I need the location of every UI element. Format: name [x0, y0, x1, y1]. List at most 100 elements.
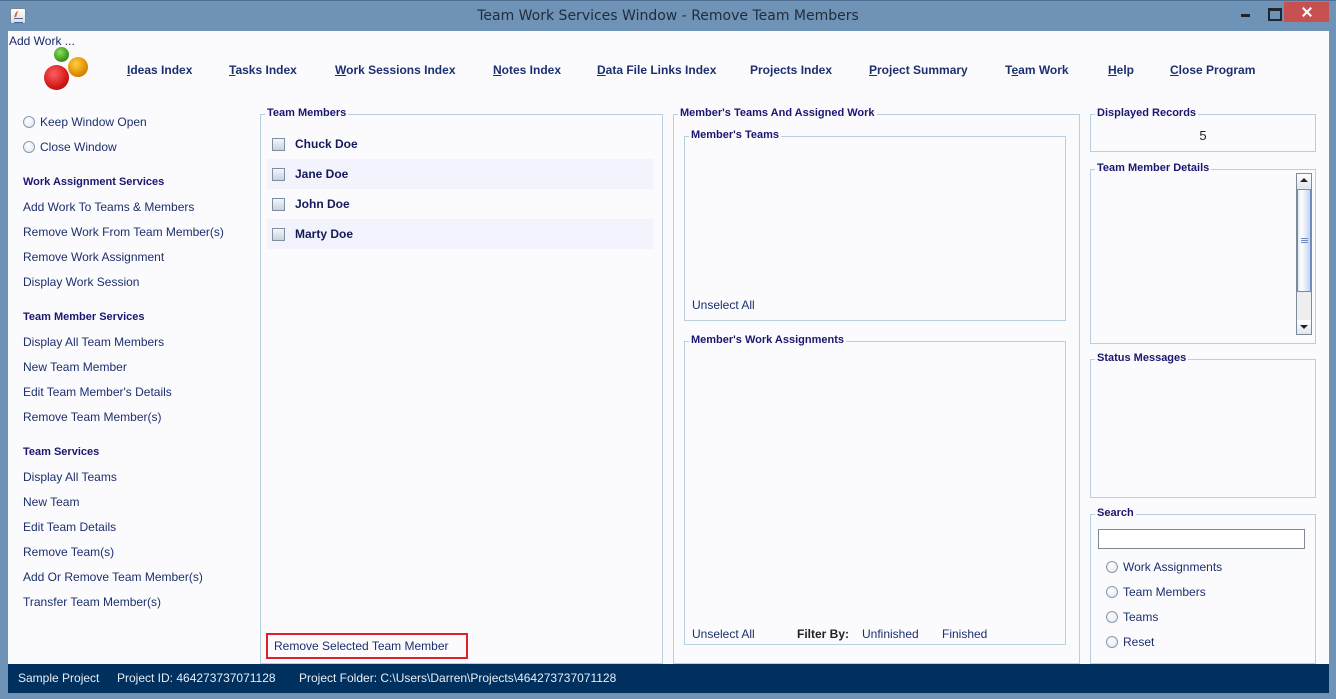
nav-mnemonic: D: [597, 63, 606, 77]
search-work-assignments-radio[interactable]: Work Assignments: [1106, 560, 1222, 574]
work-unselect-all-button[interactable]: Unselect All: [692, 627, 755, 641]
radio-label: Close Window: [40, 140, 117, 154]
radio-icon[interactable]: [1106, 636, 1118, 648]
remove-selected-member-button[interactable]: Remove Selected Team Member: [266, 633, 468, 659]
nav-ideas-index[interactable]: Ideas Index: [127, 63, 192, 77]
scroll-up-arrow-icon[interactable]: [1297, 174, 1311, 188]
members-teams-title: Member's Teams: [689, 129, 782, 141]
nav-label-rest: ork Sessions Index: [346, 63, 456, 77]
sidebar-item-remove-members[interactable]: Remove Team Member(s): [23, 410, 161, 424]
nav-label-rest: lose Program: [1178, 63, 1256, 77]
team-member-details-title: Team Member Details: [1095, 162, 1212, 174]
sidebar-item-edit-team[interactable]: Edit Team Details: [23, 520, 116, 534]
members-work-title: Member's Work Assignments: [689, 334, 846, 346]
minimize-button[interactable]: [1235, 2, 1265, 22]
nav-mnemonic: P: [869, 63, 878, 77]
search-team-members-radio[interactable]: Team Members: [1106, 585, 1206, 599]
nav-label-rest: elp: [1116, 63, 1135, 77]
search-panel: Search Work Assignments Team Members Tea…: [1090, 507, 1316, 664]
sidebar-item-edit-member[interactable]: Edit Team Member's Details: [23, 385, 172, 399]
nav-notes-index[interactable]: Notes Index: [493, 63, 561, 77]
team-member-row[interactable]: Jane Doe: [267, 159, 653, 189]
sidebar-item-add-work[interactable]: Add Work To Teams & Members: [23, 200, 194, 214]
search-input[interactable]: [1098, 529, 1305, 549]
nav-team-work[interactable]: Team Work: [1005, 63, 1069, 77]
project-name: Sample Project: [18, 671, 100, 685]
radio-icon[interactable]: [1106, 611, 1118, 623]
close-window-radio[interactable]: Close Window: [23, 140, 117, 154]
window-content: Add Work ... Ideas Index Tasks Index Wor…: [8, 31, 1329, 664]
nav-project-summary[interactable]: Project Summary: [869, 63, 968, 77]
member-name: John Doe: [295, 197, 350, 211]
nav-mnemonic: W: [335, 63, 347, 77]
sidebar-item-transfer-members[interactable]: Transfer Team Member(s): [23, 595, 161, 609]
radio-icon[interactable]: [1106, 561, 1118, 573]
displayed-records-title: Displayed Records: [1095, 107, 1199, 119]
nav-close-program[interactable]: Close Program: [1170, 63, 1255, 77]
radio-label: Work Assignments: [1123, 560, 1223, 574]
filter-finished-button[interactable]: Finished: [942, 627, 987, 641]
nav-help[interactable]: Help: [1108, 63, 1134, 77]
section-heading-team-member: Team Member Services: [23, 311, 145, 323]
sidebar-item-display-work-session[interactable]: Display Work Session: [23, 275, 139, 289]
filter-unfinished-button[interactable]: Unfinished: [862, 627, 919, 641]
sidebar-item-display-all-members[interactable]: Display All Team Members: [23, 335, 164, 349]
member-name: Jane Doe: [295, 167, 349, 181]
team-members-panel: Team Members Chuck Doe Jane Doe John Doe…: [260, 107, 663, 664]
nav-label-rest: deas Index: [130, 63, 193, 77]
members-work-panel: Member's Work Assignments Unselect All F…: [684, 334, 1066, 645]
radio-label: Reset: [1123, 635, 1155, 649]
checkbox[interactable]: [272, 227, 285, 241]
title-bar: Team Work Services Window - Remove Team …: [0, 0, 1336, 31]
window-title: Team Work Services Window - Remove Team …: [477, 8, 859, 24]
details-scrollbar[interactable]: [1296, 173, 1312, 335]
radio-label: Teams: [1123, 610, 1159, 624]
displayed-records-panel: Displayed Records 5: [1090, 107, 1316, 152]
section-heading-team: Team Services: [23, 446, 100, 458]
section-heading-work-assignment: Work Assignment Services: [23, 176, 165, 188]
teams-unselect-all-button[interactable]: Unselect All: [692, 298, 755, 312]
scroll-down-arrow-icon[interactable]: [1297, 320, 1311, 334]
sidebar-item-new-member[interactable]: New Team Member: [23, 360, 127, 374]
sidebar-item-remove-teams[interactable]: Remove Team(s): [23, 545, 114, 559]
radio-label: Keep Window Open: [40, 115, 147, 129]
close-button[interactable]: [1284, 2, 1329, 22]
member-name: Marty Doe: [295, 227, 354, 241]
checkbox[interactable]: [272, 137, 285, 151]
nav-projects-index[interactable]: Projects Index: [750, 63, 832, 77]
team-member-row[interactable]: John Doe: [267, 189, 653, 219]
sidebar-item-remove-work-assignment[interactable]: Remove Work Assignment: [23, 250, 164, 264]
team-member-details-panel: Team Member Details: [1090, 162, 1316, 344]
project-id: Project ID: 464273737071128: [117, 671, 276, 685]
nav-label-rest: asks Index: [235, 63, 297, 77]
radio-icon[interactable]: [23, 141, 35, 153]
displayed-records-value: 5: [1199, 128, 1207, 143]
radio-icon[interactable]: [23, 116, 35, 128]
scroll-thumb[interactable]: [1297, 189, 1311, 292]
top-navigation: Ideas Index Tasks Index Work Sessions In…: [8, 63, 1329, 83]
nav-mnemonic: N: [493, 63, 502, 77]
assigned-work-title: Member's Teams And Assigned Work: [678, 107, 877, 119]
checkbox[interactable]: [272, 167, 285, 181]
nav-label-rest: am Work: [1018, 63, 1069, 77]
nav-work-sessions-index[interactable]: Work Sessions Index: [335, 63, 456, 77]
sidebar-item-remove-work-from-member[interactable]: Remove Work From Team Member(s): [23, 225, 224, 239]
radio-label: Team Members: [1123, 585, 1206, 599]
members-teams-panel: Member's Teams Unselect All: [684, 129, 1066, 321]
member-name: Chuck Doe: [295, 137, 358, 151]
team-member-row[interactable]: Marty Doe: [267, 219, 653, 249]
search-teams-radio[interactable]: Teams: [1106, 610, 1158, 624]
assigned-work-panel: Member's Teams And Assigned Work Member'…: [673, 107, 1080, 664]
search-reset-radio[interactable]: Reset: [1106, 635, 1154, 649]
nav-tasks-index[interactable]: Tasks Index: [229, 63, 297, 77]
green-ball-icon: [54, 47, 69, 62]
filter-by-label: Filter By:: [797, 627, 850, 641]
sidebar-item-display-all-teams[interactable]: Display All Teams: [23, 470, 117, 484]
sidebar-item-new-team[interactable]: New Team: [23, 495, 79, 509]
keep-window-open-radio[interactable]: Keep Window Open: [23, 115, 147, 129]
radio-icon[interactable]: [1106, 586, 1118, 598]
nav-data-file-links-index[interactable]: Data File Links Index: [597, 63, 716, 77]
sidebar-item-add-remove-members[interactable]: Add Or Remove Team Member(s): [23, 570, 203, 584]
checkbox[interactable]: [272, 197, 285, 211]
team-member-row[interactable]: Chuck Doe: [267, 129, 653, 159]
